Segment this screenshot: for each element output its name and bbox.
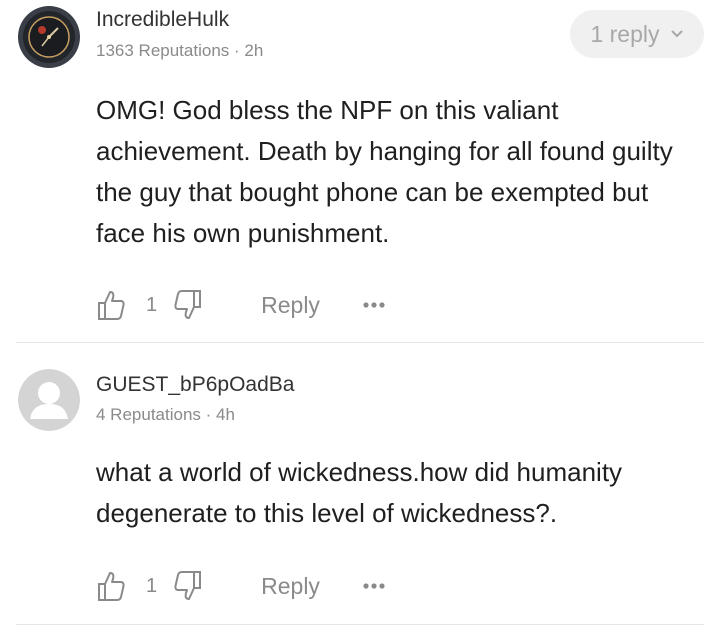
- reputation-count: 4 Reputations: [96, 405, 201, 424]
- thumbs-up-icon[interactable]: [96, 570, 126, 602]
- comment-actions: 1 Reply: [96, 566, 386, 606]
- meta-separator: ·: [205, 405, 217, 424]
- thumbs-up-icon[interactable]: [96, 289, 126, 321]
- comment-meta: 4 Reputations · 4h: [96, 405, 235, 425]
- thumbs-down-icon[interactable]: [173, 289, 203, 321]
- replies-toggle-button[interactable]: 1 reply: [570, 10, 704, 58]
- reputation-count: 1363 Reputations: [96, 41, 230, 60]
- comment-meta: 1363 Reputations · 2h: [96, 41, 263, 61]
- more-options-icon[interactable]: [362, 301, 386, 309]
- comment-divider: [16, 624, 704, 625]
- comment-divider: [16, 342, 704, 343]
- meta-separator: ·: [234, 41, 245, 60]
- replies-label: 1 reply: [590, 20, 660, 47]
- thumbs-down-icon[interactable]: [173, 570, 203, 602]
- avatar[interactable]: [18, 369, 80, 431]
- comment-actions: 1 Reply: [96, 285, 386, 325]
- reply-button[interactable]: Reply: [261, 573, 320, 600]
- comment-text: OMG! God bless the NPF on this valiant a…: [96, 95, 673, 248]
- more-options-icon[interactable]: [362, 582, 386, 590]
- like-count: 1: [146, 574, 158, 597]
- avatar[interactable]: [18, 6, 80, 68]
- like-count: 1: [146, 293, 158, 316]
- chevron-down-icon: [670, 29, 684, 39]
- comment-text: what a world of wickedness.how did human…: [96, 457, 623, 528]
- timestamp: 4h: [216, 405, 235, 424]
- username[interactable]: GUEST_bP6pOadBa: [96, 373, 294, 397]
- username[interactable]: IncredibleHulk: [96, 8, 229, 32]
- reply-button[interactable]: Reply: [261, 292, 320, 319]
- timestamp: 2h: [244, 41, 264, 60]
